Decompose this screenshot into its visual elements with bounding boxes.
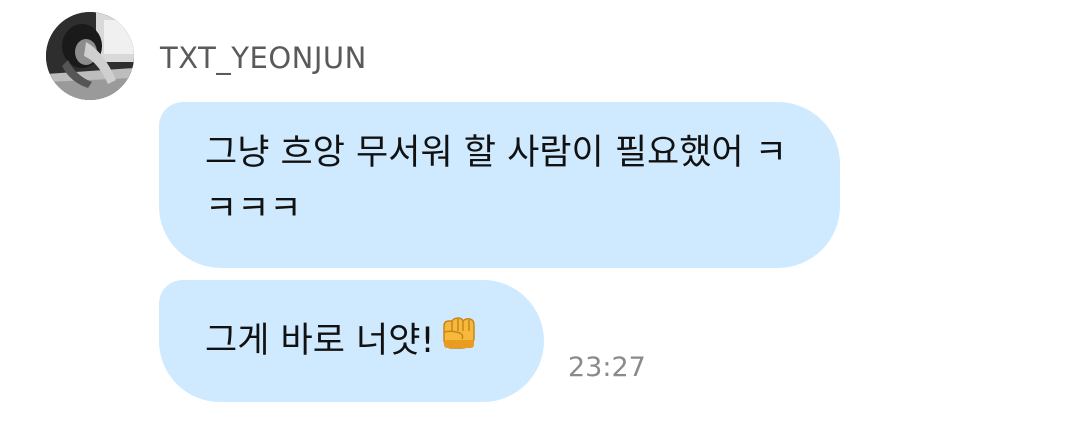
sender-avatar[interactable] <box>46 12 134 100</box>
message-text: 그게 바로 너얏! <box>205 321 435 361</box>
message-bubble[interactable]: 그냥 흐앙 무서워 할 사람이 필요했어 ㅋㅋㅋㅋ <box>159 102 840 268</box>
avatar-photo-icon <box>46 12 134 100</box>
message-bubble[interactable]: 그게 바로 너얏! <box>159 280 544 402</box>
message-text: 그냥 흐앙 무서워 할 사람이 필요했어 ㅋㅋㅋㅋ <box>205 133 787 229</box>
fist-bump-icon <box>440 310 476 366</box>
sender-name[interactable]: TXT_YEONJUN <box>160 40 367 76</box>
message-timestamp: 23:27 <box>568 352 646 383</box>
